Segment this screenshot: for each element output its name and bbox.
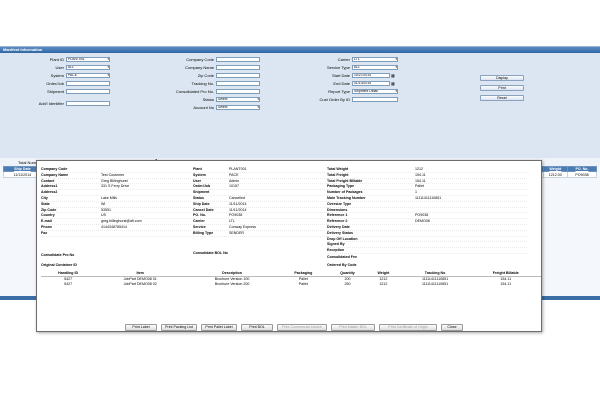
consolidated-pro-field: Consolidated Pro No. (160, 88, 260, 94)
carrier-field: Carrier LTL (300, 56, 398, 62)
print-button[interactable]: Print (480, 85, 524, 91)
items-table: Handling ID Item Description Packaging Q… (41, 271, 541, 286)
table-cell: PO9038 (567, 171, 597, 178)
search-criteria: Plant IDPLANT001 UserALL SystemPACE Orde… (0, 53, 600, 158)
zip-code-field: Zip Code (160, 72, 260, 78)
consolidated-pro-label: Consolidate Pro No (41, 253, 75, 257)
user-select[interactable]: ALL (66, 64, 110, 70)
cust-order-field: Cust Order By ID (300, 96, 398, 102)
print-pallet-label-button[interactable]: Print Pallet Label (201, 324, 237, 331)
end-date-input[interactable]: 01/13/2015 (352, 80, 390, 86)
shipment-input[interactable] (66, 88, 110, 94)
print-bol-button[interactable]: Print BOL (241, 324, 273, 331)
print-packing-list-button[interactable]: Print Packing List (161, 324, 197, 331)
consolidated-pro-input[interactable] (216, 88, 260, 94)
print-label-button[interactable]: Print Label (125, 324, 157, 331)
shipment-detail-dialog: Company Code Company Name Test Customer C… (36, 160, 542, 332)
cust-order-input[interactable] (352, 96, 398, 102)
start-date-field: Start Date 10/27/2014 ▦ (331, 72, 395, 78)
service-type-field: Service Type ALL (300, 64, 398, 70)
report-type-select[interactable]: Shipment Detail (352, 88, 398, 94)
addl-identifier-field: Add'l Identifier (20, 100, 110, 106)
print-commercial-invoice-button[interactable]: Print Commercial Invoice (277, 324, 327, 331)
company-code-input[interactable] (216, 56, 260, 62)
shipment-field: Shipment (20, 88, 110, 94)
detail-column-shipment: Plant PLANT001 System PACE User Admin Order… (193, 167, 333, 237)
zip-code-input[interactable] (216, 72, 260, 78)
account-no-field: Account No Select (160, 104, 260, 110)
start-date-input[interactable]: 10/27/2014 (352, 72, 390, 78)
order-job-input[interactable] (66, 80, 110, 86)
plant-id-select[interactable]: PLANT001 (66, 56, 110, 62)
table-row: 5427 JobPart DEMO08 02 Brochure Version 20… (64, 281, 512, 286)
system-field: System PACE (20, 72, 110, 78)
print-certificate-of-origin-button[interactable]: Print Certificate of Origin (379, 324, 437, 331)
company-name-input[interactable] (216, 64, 260, 70)
reset-button[interactable]: Reset (480, 95, 524, 101)
print-master-bol-button[interactable]: Print Master BOL (331, 324, 375, 331)
end-date-field: End Date 01/13/2015 ▦ (333, 80, 395, 86)
plant-id-field: Plant ID PLANT001 (20, 56, 110, 62)
detail-column-customer: Company Code Company Name Test Customer C… (41, 167, 191, 237)
status-select[interactable]: Select (216, 96, 260, 102)
display-button[interactable]: Display (480, 75, 524, 81)
detail-row: Fax (41, 231, 191, 237)
consolidated-fee-label: Consolidated Fee (327, 255, 357, 259)
detail-row: Billing Type SENDER (193, 231, 333, 237)
company-name-field: Company Name (160, 64, 260, 70)
user-field: User ALL (20, 64, 110, 70)
account-no-select[interactable]: Select (216, 104, 260, 110)
close-button[interactable]: Close (441, 324, 463, 331)
table-cell: 1212.00 (542, 171, 569, 178)
tracking-no-field: Tracking No. (160, 80, 260, 86)
calendar-icon[interactable]: ▦ (391, 81, 395, 86)
detail-column-freight: Total Weight 1212 Total Freight 154.11 Tot… (327, 167, 527, 254)
original-container-label: Original Container ID (41, 263, 77, 267)
status-field: Status Select (160, 96, 260, 102)
ordered-by-label: Ordered By Code (327, 263, 357, 267)
report-type-field: Report Type Shipment Detail (300, 88, 398, 94)
detail-row: Exception (327, 248, 527, 254)
calendar-icon[interactable]: ▦ (391, 73, 395, 78)
carrier-select[interactable]: LTL (352, 56, 398, 62)
addl-identifier-input[interactable] (66, 100, 110, 106)
tracking-no-input[interactable] (216, 80, 260, 86)
system-select[interactable]: PACE (66, 72, 110, 78)
company-code-field: Company Code (160, 56, 260, 62)
service-type-select[interactable]: ALL (352, 64, 398, 70)
consolidated-bol-label: Consolidate BOL No (193, 251, 228, 255)
order-job-field: Order/Job (20, 80, 110, 86)
